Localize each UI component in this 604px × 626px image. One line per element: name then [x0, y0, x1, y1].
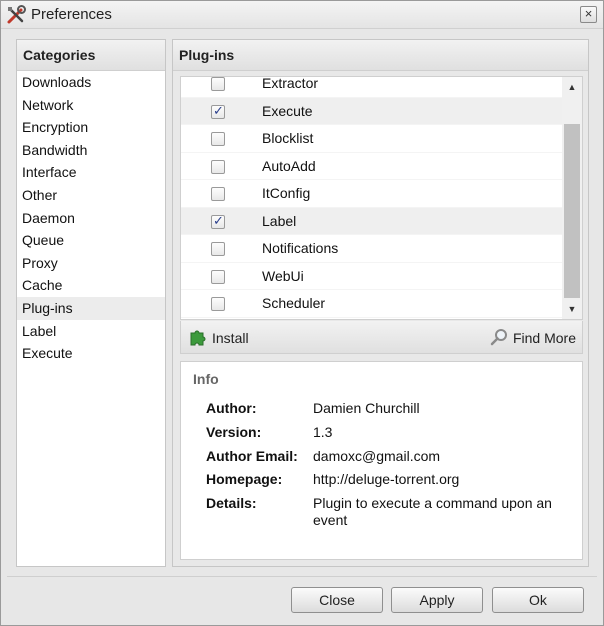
plugins-header: Plug-ins: [173, 40, 588, 71]
plugin-row[interactable]: Extractor: [181, 76, 562, 98]
details-label: Details:: [206, 495, 257, 511]
close-icon[interactable]: ×: [580, 6, 597, 23]
plugin-row[interactable]: Notifications: [181, 235, 562, 263]
author-value: Damien Churchill: [313, 400, 420, 416]
category-item[interactable]: Proxy: [17, 252, 165, 275]
plugin-row[interactable]: AutoAdd: [181, 153, 562, 180]
plugin-enabled-checkbox[interactable]: [211, 132, 225, 146]
plugin-name: Notifications: [262, 240, 339, 256]
plugins-panel: Plug-ins Extractor ✓ Execute Blocklist AutoA…: [172, 39, 589, 567]
category-item[interactable]: Other: [17, 184, 165, 207]
ok-button[interactable]: Ok: [492, 587, 584, 613]
plugin-name: AutoAdd: [262, 157, 316, 174]
category-item[interactable]: Plug-ins: [17, 296, 165, 320]
plugin-enabled-checkbox[interactable]: [211, 159, 225, 174]
plugin-row[interactable]: ItConfig: [181, 180, 562, 208]
plugin-enabled-checkbox[interactable]: [211, 77, 225, 91]
plugin-name: ItConfig: [262, 185, 311, 201]
categories-panel: Categories Downloads Network Encryption Ban…: [16, 39, 166, 567]
plugin-enabled-checkbox[interactable]: [211, 187, 225, 201]
plugin-name: Execute: [262, 102, 313, 119]
plugin-row[interactable]: Scheduler: [181, 290, 562, 318]
category-item[interactable]: Interface: [17, 161, 165, 184]
close-button[interactable]: Close: [291, 587, 383, 613]
puzzle-piece-icon: [188, 327, 208, 350]
find-more-label: Find More: [512, 330, 576, 346]
author-label: Author:: [206, 400, 257, 416]
checkmark-icon: ✓: [213, 102, 224, 118]
plugin-name: Extractor: [262, 76, 319, 91]
categories-header: Categories: [17, 40, 165, 71]
plugin-row[interactable]: ✓ Execute: [181, 97, 562, 125]
categories-list: Downloads Network Encryption Bandwidth Inter…: [17, 71, 165, 365]
category-item[interactable]: Downloads: [17, 71, 165, 94]
plugin-enabled-checkbox[interactable]: ✓: [211, 102, 225, 119]
plugin-row[interactable]: WebUi: [181, 263, 562, 290]
plugins-scrollbar[interactable]: ▲ ▼: [562, 77, 582, 319]
plugin-enabled-checkbox[interactable]: ✓: [211, 212, 225, 229]
plugin-info-box: Info Author: Damien Churchill Version: 1…: [180, 361, 583, 560]
scroll-up-arrow-icon[interactable]: ▲: [562, 77, 582, 95]
find-more-button[interactable]: Find More: [489, 327, 576, 349]
plugin-enabled-checkbox[interactable]: [211, 242, 225, 256]
plugin-name: Label: [262, 212, 297, 229]
title-bar[interactable]: Preferences ×: [1, 1, 603, 29]
category-item[interactable]: Bandwidth: [17, 139, 165, 162]
plugin-name: Blocklist: [262, 130, 314, 146]
category-item[interactable]: Daemon: [17, 207, 165, 230]
homepage-value: http://deluge-torrent.org: [313, 471, 460, 487]
category-item[interactable]: Network: [17, 94, 165, 117]
category-item[interactable]: Label: [17, 320, 165, 343]
category-item[interactable]: Cache: [17, 274, 165, 297]
version-value: 1.3: [313, 424, 333, 440]
info-legend: Info: [193, 371, 219, 387]
details-value: Plugin to execute a command upon an even…: [313, 495, 552, 528]
plugin-enabled-checkbox[interactable]: [211, 269, 225, 284]
plugin-name: Scheduler: [262, 295, 326, 311]
homepage-label: Homepage:: [206, 471, 283, 487]
plugin-row[interactable]: ✓ Label: [181, 207, 562, 235]
checkmark-icon: ✓: [213, 212, 224, 228]
plugin-enabled-checkbox[interactable]: [211, 297, 225, 311]
plugin-row[interactable]: Blocklist: [181, 125, 562, 153]
category-item[interactable]: Encryption: [17, 116, 165, 139]
install-label: Install: [212, 330, 249, 346]
plugins-toolbar: Install Find More: [180, 321, 583, 354]
magnifier-icon: [489, 327, 509, 350]
plugin-name: WebUi: [262, 267, 304, 284]
install-button[interactable]: Install: [188, 327, 249, 349]
scroll-down-arrow-icon[interactable]: ▼: [562, 301, 582, 319]
version-label: Version:: [206, 424, 262, 440]
wrench-screwdriver-icon: [5, 4, 27, 26]
email-label: Author Email:: [206, 448, 298, 464]
preferences-window: Preferences × Categories Downloads Networ…: [0, 0, 604, 626]
category-item[interactable]: Execute: [17, 342, 165, 365]
apply-button[interactable]: Apply: [391, 587, 483, 613]
footer-divider: [7, 576, 597, 577]
category-item[interactable]: Queue: [17, 229, 165, 252]
email-value: damoxc@gmail.com: [313, 448, 441, 464]
window-title: Preferences: [31, 6, 112, 23]
plugins-list: Extractor ✓ Execute Blocklist AutoAdd ItConfi…: [180, 76, 583, 320]
scroll-thumb[interactable]: [564, 124, 580, 298]
